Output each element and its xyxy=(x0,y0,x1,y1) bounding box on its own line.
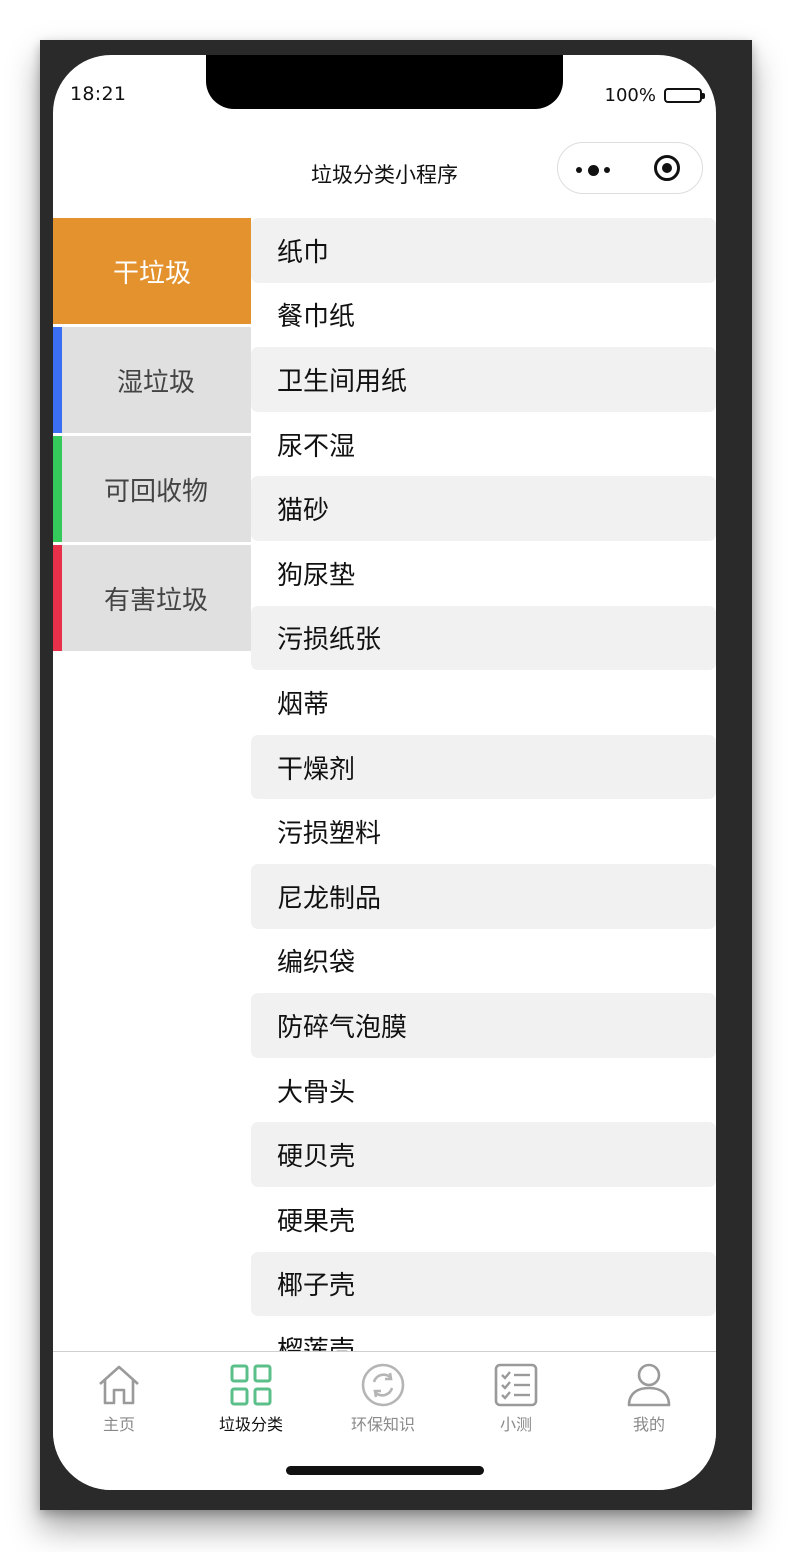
category-label: 干垃圾 xyxy=(112,258,191,289)
tab-label: 我的 xyxy=(632,1415,665,1434)
tab-label: 小测 xyxy=(499,1415,532,1434)
list-item[interactable]: 榴莲壳 xyxy=(251,1316,716,1351)
category-accent-bar xyxy=(53,545,62,651)
status-time: 18:21 xyxy=(70,83,127,105)
tab-label: 环保知识 xyxy=(350,1415,415,1434)
tab-label: 垃圾分类 xyxy=(218,1415,283,1434)
list-item[interactable]: 尼龙制品 xyxy=(251,863,716,929)
list-item[interactable]: 编织袋 xyxy=(251,929,716,994)
list-item[interactable]: 干燥剂 xyxy=(251,734,716,800)
category-label: 湿垃圾 xyxy=(116,367,195,398)
list-item[interactable]: 烟蒂 xyxy=(251,670,716,735)
tab-knowledge[interactable]: 环保知识 xyxy=(317,1362,449,1442)
category-dry-waste[interactable]: 干垃圾 xyxy=(53,218,251,324)
phone-screen: 18:21 100% 垃圾分类小程序 干垃圾 湿垃圾 可回收物 有害垃圾 纸巾 … xyxy=(53,55,716,1490)
list-item[interactable]: 纸巾 xyxy=(251,218,716,283)
grid-icon xyxy=(230,1364,272,1406)
list-item[interactable]: 防碎气泡膜 xyxy=(251,993,716,1058)
home-indicator xyxy=(286,1466,484,1475)
menu-capsule xyxy=(557,142,703,194)
home-icon xyxy=(99,1365,139,1405)
battery-percentage: 100% xyxy=(604,85,656,106)
list-item[interactable]: 硬果壳 xyxy=(251,1187,716,1252)
tab-quiz[interactable]: 小测 xyxy=(450,1362,582,1442)
category-accent-bar xyxy=(53,436,62,542)
status-battery: 100% xyxy=(604,85,705,106)
category-sidebar: 干垃圾 湿垃圾 可回收物 有害垃圾 xyxy=(53,218,251,654)
tab-classification[interactable]: 垃圾分类 xyxy=(185,1362,317,1442)
category-accent-bar xyxy=(53,327,62,433)
list-item[interactable]: 猫砂 xyxy=(251,476,716,541)
notch xyxy=(206,55,563,109)
tab-label: 主页 xyxy=(102,1415,135,1434)
list-item[interactable]: 狗尿垫 xyxy=(251,541,716,606)
tab-profile[interactable]: 我的 xyxy=(583,1362,715,1442)
list-item[interactable]: 餐巾纸 xyxy=(251,283,716,348)
stage: 18:21 100% 垃圾分类小程序 干垃圾 湿垃圾 可回收物 有害垃圾 纸巾 … xyxy=(0,0,792,1552)
list-item[interactable]: 污损塑料 xyxy=(251,799,716,864)
category-label: 有害垃圾 xyxy=(103,585,208,616)
battery-icon xyxy=(664,88,705,103)
close-miniprogram-icon[interactable] xyxy=(654,155,680,181)
category-hazardous[interactable]: 有害垃圾 xyxy=(53,545,251,651)
category-wet-waste[interactable]: 湿垃圾 xyxy=(53,327,251,433)
list-item[interactable]: 椰子壳 xyxy=(251,1251,716,1317)
category-label: 可回收物 xyxy=(103,476,208,507)
list-item[interactable]: 污损纸张 xyxy=(251,605,716,671)
item-list[interactable]: 纸巾 餐巾纸 卫生间用纸 尿不湿 猫砂 狗尿垫 污损纸张 烟蒂 干燥剂 污损塑料… xyxy=(251,218,716,1351)
list-item[interactable]: 卫生间用纸 xyxy=(251,347,716,412)
checklist-icon xyxy=(494,1363,538,1407)
tab-home[interactable]: 主页 xyxy=(53,1362,185,1442)
list-item[interactable]: 大骨头 xyxy=(251,1058,716,1123)
more-icon[interactable] xyxy=(576,164,616,176)
user-icon xyxy=(627,1363,671,1407)
category-recyclable[interactable]: 可回收物 xyxy=(53,436,251,542)
recycle-icon xyxy=(361,1363,405,1407)
list-item[interactable]: 尿不湿 xyxy=(251,412,716,477)
list-item[interactable]: 硬贝壳 xyxy=(251,1122,716,1187)
